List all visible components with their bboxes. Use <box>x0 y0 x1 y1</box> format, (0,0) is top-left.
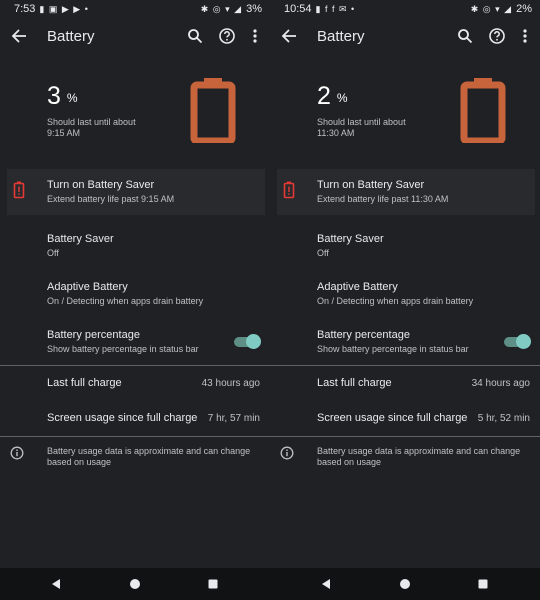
adaptive-battery-setting[interactable]: Adaptive Battery On / Detecting when app… <box>47 281 260 306</box>
divider <box>270 365 540 366</box>
info-icon <box>10 446 24 460</box>
setting-subtitle: Show battery percentage in status bar <box>317 344 469 354</box>
connectivity-icons: ✱ ◎ ▾ ◢ <box>470 3 513 14</box>
estimate-line1: Should last until about <box>47 117 136 127</box>
nav-home-icon[interactable] <box>128 577 142 591</box>
battery-saver-card[interactable]: Turn on Battery Saver Extend battery lif… <box>7 169 265 215</box>
battery-graphic-icon <box>460 77 506 145</box>
battery-level: 2% <box>317 82 348 111</box>
battery-saver-setting[interactable]: Battery Saver Off <box>47 233 260 258</box>
battery-graphic-icon <box>190 77 236 145</box>
divider <box>270 436 540 437</box>
estimate-line2: 11:30 AM <box>317 128 355 138</box>
setting-title: Battery Saver <box>317 233 384 245</box>
nav-recents-icon[interactable] <box>206 577 220 591</box>
battery-alert-icon <box>283 181 295 199</box>
status-bar: 10:54 ▮ f f ✉ • ✱ ◎ ▾ ◢ 2% <box>270 0 540 18</box>
battery-percentage-setting[interactable]: Battery percentage Show battery percenta… <box>317 329 490 354</box>
setting-subtitle: On / Detecting when apps drain battery <box>47 296 204 306</box>
setting-title: Battery percentage <box>317 329 410 341</box>
setting-title: Battery percentage <box>47 329 140 341</box>
battery-alert-icon <box>13 181 25 199</box>
more-vert-icon[interactable] <box>248 27 262 45</box>
app-bar: Battery <box>270 22 540 52</box>
battery-percentage-toggle[interactable] <box>504 334 531 349</box>
nav-recents-icon[interactable] <box>476 577 490 591</box>
setting-subtitle: Show battery percentage in status bar <box>47 344 199 354</box>
last-full-charge-row: Last full charge 43 hours ago <box>47 377 260 389</box>
status-time: 7:53 <box>14 3 36 15</box>
page-title: Battery <box>47 28 95 45</box>
info-icon <box>280 446 294 460</box>
battery-level: 3% <box>47 82 78 111</box>
battery-level-value: 2 <box>317 82 331 110</box>
divider <box>0 365 270 366</box>
screen-usage-row: Screen usage since full charge 5 hr, 52 … <box>317 412 530 424</box>
stat-value: 5 hr, 52 min <box>477 413 530 424</box>
usage-footnote: Battery usage data is approximate and ca… <box>317 446 521 467</box>
usage-footnote: Battery usage data is approximate and ca… <box>47 446 251 467</box>
battery-percentage-toggle[interactable] <box>234 334 261 349</box>
status-battery-text: 3% <box>246 3 262 15</box>
setting-subtitle: On / Detecting when apps drain battery <box>317 296 474 306</box>
help-icon[interactable] <box>488 27 506 45</box>
estimate-line2: 9:15 AM <box>47 128 81 138</box>
saver-card-subtitle: Extend battery life past 11:30 AM <box>317 194 449 204</box>
adaptive-battery-setting[interactable]: Adaptive Battery On / Detecting when app… <box>317 281 530 306</box>
page-title: Battery <box>317 28 365 45</box>
nav-back-icon[interactable] <box>319 577 333 591</box>
setting-subtitle: Off <box>47 248 59 258</box>
battery-level-unit: % <box>66 91 78 105</box>
battery-estimate: Should last until about 11:30 AM <box>317 117 437 139</box>
stat-value: 43 hours ago <box>201 378 260 389</box>
setting-title: Adaptive Battery <box>47 281 128 293</box>
saver-card-title: Turn on Battery Saver <box>317 179 425 191</box>
stat-value: 34 hours ago <box>471 378 530 389</box>
setting-title: Battery Saver <box>47 233 114 245</box>
last-full-charge-row: Last full charge 34 hours ago <box>317 377 530 389</box>
notification-icons: ▮ f f ✉ • <box>315 3 356 14</box>
setting-title: Adaptive Battery <box>317 281 398 293</box>
battery-screen-left: 7:53 ▮ ▣ ▶ ▶ • ✱ ◎ ▾ ◢ 3% Battery 3% Sho… <box>0 0 270 568</box>
toggle-knob <box>246 334 261 349</box>
stat-value: 7 hr, 57 min <box>207 413 260 424</box>
stat-label: Screen usage since full charge <box>47 412 198 424</box>
battery-percentage-setting[interactable]: Battery percentage Show battery percenta… <box>47 329 220 354</box>
back-arrow-icon[interactable] <box>10 26 28 46</box>
help-icon[interactable] <box>218 27 236 45</box>
battery-saver-setting[interactable]: Battery Saver Off <box>317 233 530 258</box>
toggle-knob <box>516 334 531 349</box>
estimate-line1: Should last until about <box>317 117 406 127</box>
search-icon[interactable] <box>186 27 204 45</box>
battery-screen-right: 10:54 ▮ f f ✉ • ✱ ◎ ▾ ◢ 2% Battery 2% Sh… <box>270 0 540 568</box>
system-nav-bar <box>0 568 540 600</box>
saver-card-subtitle: Extend battery life past 9:15 AM <box>47 194 175 204</box>
stat-label: Last full charge <box>47 377 122 389</box>
battery-level-unit: % <box>336 91 348 105</box>
divider <box>0 436 270 437</box>
stat-label: Last full charge <box>317 377 392 389</box>
battery-level-value: 3 <box>47 82 61 110</box>
nav-home-icon[interactable] <box>398 577 412 591</box>
search-icon[interactable] <box>456 27 474 45</box>
saver-card-title: Turn on Battery Saver <box>47 179 155 191</box>
status-bar: 7:53 ▮ ▣ ▶ ▶ • ✱ ◎ ▾ ◢ 3% <box>0 0 270 18</box>
back-arrow-icon[interactable] <box>280 26 298 46</box>
connectivity-icons: ✱ ◎ ▾ ◢ <box>200 3 243 14</box>
nav-back-icon[interactable] <box>49 577 63 591</box>
stat-label: Screen usage since full charge <box>317 412 468 424</box>
battery-estimate: Should last until about 9:15 AM <box>47 117 167 139</box>
setting-subtitle: Off <box>317 248 329 258</box>
status-time: 10:54 <box>284 3 312 15</box>
battery-saver-card[interactable]: Turn on Battery Saver Extend battery lif… <box>277 169 535 215</box>
more-vert-icon[interactable] <box>518 27 532 45</box>
status-battery-text: 2% <box>516 3 532 15</box>
notification-icons: ▮ ▣ ▶ ▶ • <box>39 3 89 14</box>
screen-usage-row: Screen usage since full charge 7 hr, 57 … <box>47 412 260 424</box>
app-bar: Battery <box>0 22 270 52</box>
